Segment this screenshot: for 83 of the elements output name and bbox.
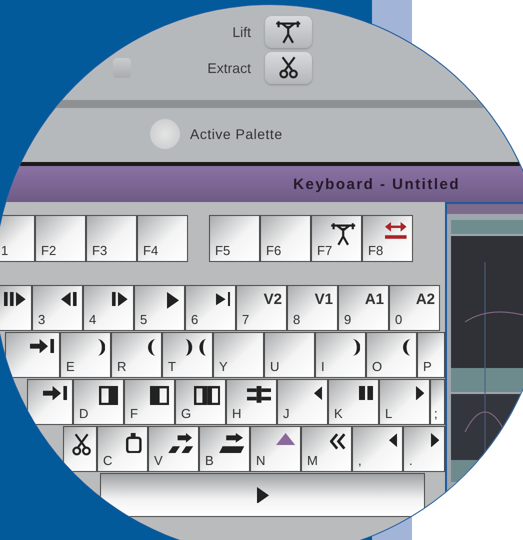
- tool-button[interactable]: [265, 52, 312, 84]
- keyboard-key[interactable]: F5: [209, 215, 260, 262]
- keyboard-key[interactable]: I: [315, 332, 366, 378]
- caret-left-icon: [388, 433, 397, 448]
- rewind-icon: [330, 433, 346, 450]
- keyboard-key[interactable]: ;: [430, 379, 445, 425]
- keyboard-key[interactable]: T: [162, 332, 213, 378]
- half-moon-icon: [96, 339, 105, 356]
- arrow-to-bar-icon: [30, 339, 54, 354]
- keyboard-key[interactable]: 6: [185, 285, 236, 331]
- keyboard-key[interactable]: G: [175, 379, 226, 425]
- keyboard-key[interactable]: 3: [32, 285, 83, 331]
- keyboard-key[interactable]: E: [60, 332, 111, 378]
- keyboard-key[interactable]: F7: [311, 215, 362, 262]
- keyboard-key[interactable]: J: [277, 379, 328, 425]
- pause-play-icon: [4, 292, 26, 306]
- keyboard-key[interactable]: F2: [35, 215, 86, 262]
- caret-right-icon: [430, 433, 439, 448]
- keyboard-key[interactable]: [27, 379, 73, 425]
- keyboard-key[interactable]: A2 0: [389, 285, 440, 331]
- caret-left-icon: [314, 386, 322, 400]
- window-title: Keyboard - Untitled: [293, 176, 460, 192]
- triangle-icon: [276, 433, 295, 445]
- square-icon: [126, 433, 142, 454]
- split-box-icon: [194, 386, 220, 406]
- arrow-to-bar-icon: [43, 386, 67, 400]
- keyboard-key[interactable]: F4: [137, 215, 188, 262]
- keyboard-key[interactable]: C: [97, 426, 148, 472]
- half-filled-box-icon: [98, 386, 118, 406]
- half-moon-icon: [402, 339, 411, 356]
- lift-figure-icon: [275, 20, 302, 44]
- scissors-icon: [72, 433, 91, 456]
- splice-bars-icon: [247, 386, 271, 403]
- keyboard-key[interactable]: Y: [213, 332, 264, 378]
- keyboard-key[interactable]: N: [250, 426, 301, 472]
- keyboard-key[interactable]: K: [328, 379, 379, 425]
- play-icon: [167, 292, 179, 309]
- keyboard-key[interactable]: B: [199, 426, 250, 472]
- splice-arrow-icon: [218, 433, 244, 454]
- caret-right-icon: [416, 386, 424, 400]
- keyboard-key[interactable]: F: [124, 379, 175, 425]
- keyboard-key[interactable]: F3: [86, 215, 137, 262]
- radio-button[interactable]: [150, 119, 180, 149]
- keyboard-key[interactable]: P: [417, 332, 445, 378]
- keyboard-key[interactable]: D: [73, 379, 124, 425]
- overwrite-arrows-icon: [168, 433, 193, 454]
- keyboard-key[interactable]: 5: [134, 285, 185, 331]
- tool-button[interactable]: [265, 16, 312, 48]
- play-icon: [256, 486, 268, 504]
- button-label: Lift: [232, 24, 251, 40]
- scissors-icon: [278, 56, 298, 79]
- keyboard-key[interactable]: V2 7: [236, 285, 287, 331]
- lift-figure-icon: [330, 222, 356, 246]
- keyboard-key[interactable]: [5, 332, 60, 378]
- go-to-end-icon: [216, 292, 230, 306]
- keyboard-key[interactable]: V1 8: [287, 285, 338, 331]
- keyboard-key[interactable]: O: [366, 332, 417, 378]
- half-moons-icon: [185, 339, 207, 356]
- keyboard-key[interactable]: F6: [260, 215, 311, 262]
- keyboard-key[interactable]: [0, 285, 32, 331]
- active-palette-label: Active Palette: [190, 126, 283, 142]
- keyboard-key[interactable]: [63, 426, 97, 472]
- half-moon-icon: [352, 339, 360, 356]
- half-moon-icon: [148, 339, 156, 356]
- keyboard-key[interactable]: U: [264, 332, 315, 378]
- step-back-icon: [61, 292, 77, 306]
- keyboard-key[interactable]: R: [111, 332, 162, 378]
- keyboard-key[interactable]: 1: [0, 215, 35, 262]
- keyboard-key[interactable]: M: [301, 426, 352, 472]
- button-label: Extract: [207, 60, 251, 76]
- half-filled-box-icon: [150, 386, 169, 406]
- keyboard-key[interactable]: L: [379, 379, 430, 425]
- keyboard-key[interactable]: H: [226, 379, 277, 425]
- keyboard-key[interactable]: .: [403, 426, 445, 472]
- keyboard-key[interactable]: 4: [83, 285, 134, 331]
- keyboard-key[interactable]: A1 9: [338, 285, 389, 331]
- space-bar-key[interactable]: [100, 473, 425, 517]
- pause-icon: [358, 386, 373, 400]
- step-forward-icon: [112, 292, 128, 306]
- keyboard-key[interactable]: V: [148, 426, 199, 472]
- keyboard-key[interactable]: F8: [362, 215, 413, 262]
- double-arrow-icon: [385, 222, 407, 239]
- keyboard-key[interactable]: ,: [352, 426, 403, 472]
